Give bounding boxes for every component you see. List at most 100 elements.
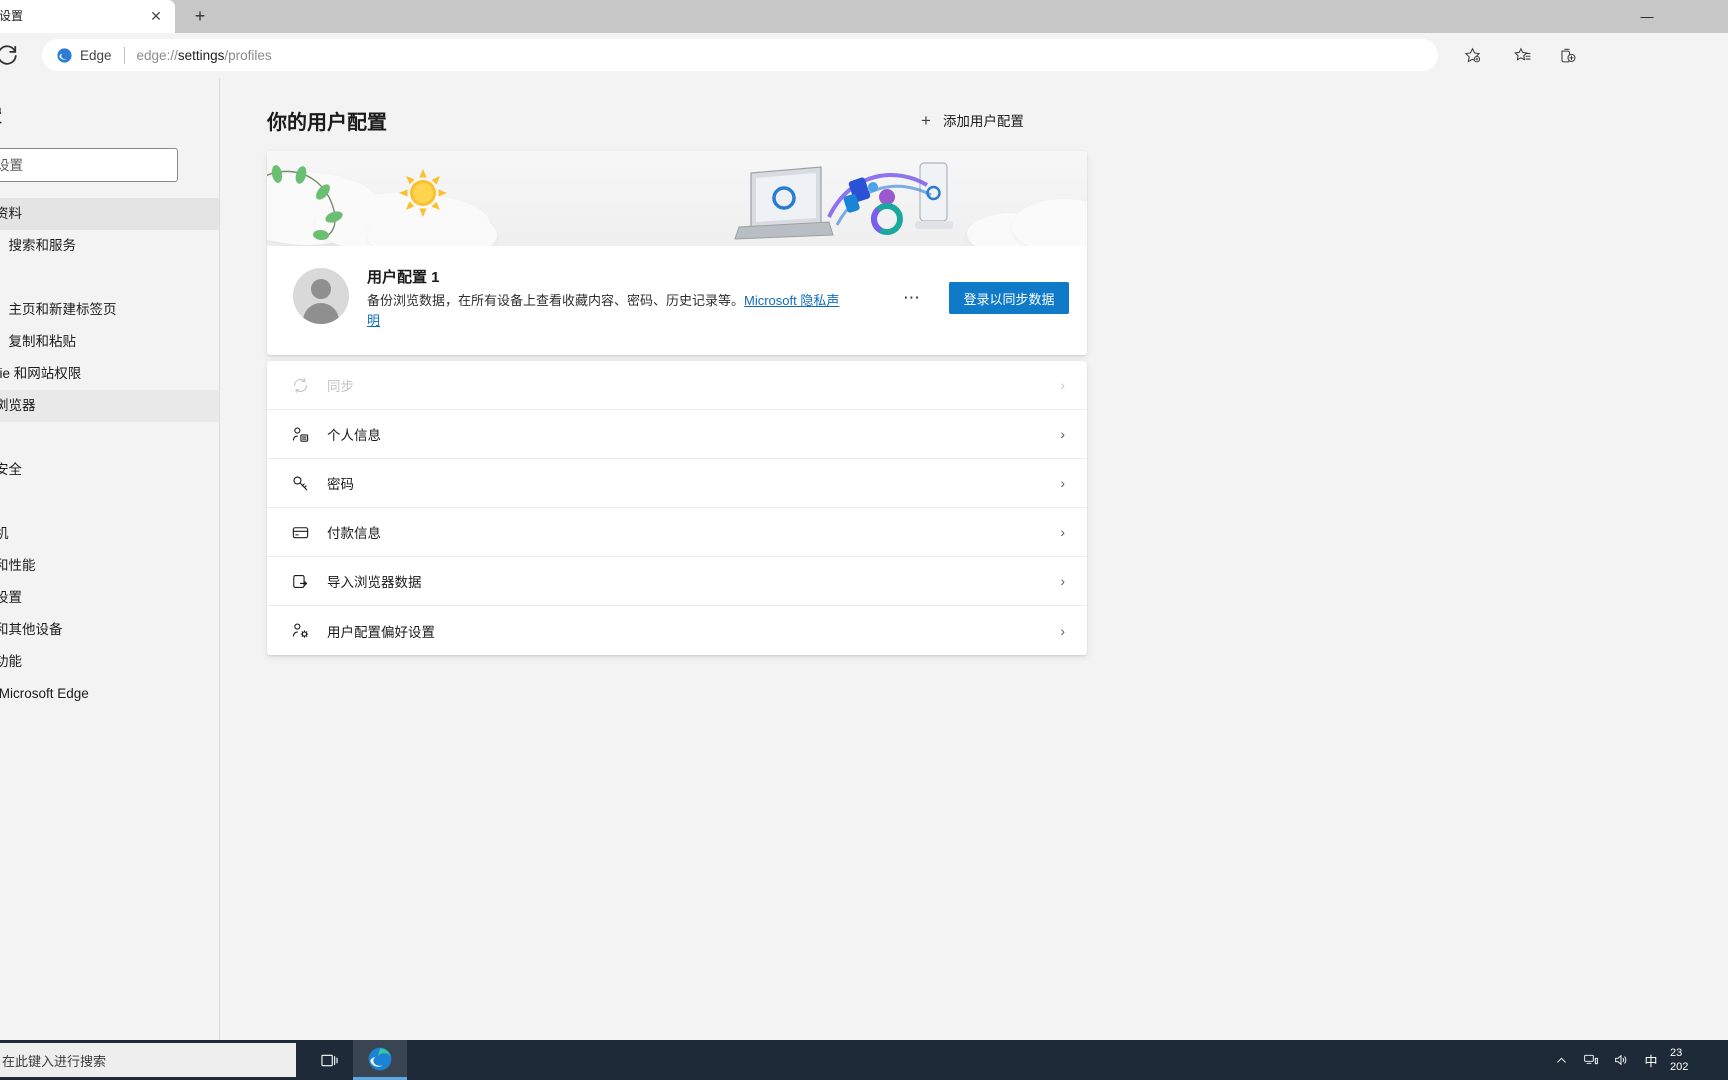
sidebar-item-label: 默认浏览器 xyxy=(0,398,36,413)
list-item-label: 导入浏览器数据 xyxy=(327,571,422,591)
chevron-right-icon: › xyxy=(1060,475,1065,491)
taskbar-clock[interactable]: 23 202 xyxy=(1670,1040,1728,1080)
sidebar-item-label: 隐私、搜索和服务 xyxy=(0,238,76,253)
star-plus-icon[interactable] xyxy=(1456,39,1488,71)
favorites-star-icon[interactable] xyxy=(1506,39,1538,71)
windows-taskbar: 在此键入进行搜索 xyxy=(0,1040,1728,1080)
person-card-icon xyxy=(287,421,313,447)
url-bold: settings xyxy=(178,48,225,63)
sync-illustration xyxy=(267,151,1087,246)
more-ellipsis-icon[interactable]: ⋯ xyxy=(897,288,927,314)
sidebar-item-accessibility[interactable]: 辅助功能 xyxy=(0,646,219,678)
settings-page: 设置 个人资料 隐私、搜索和服务 外观 开始、主页和新建标签页 共享、复制和粘贴… xyxy=(0,78,1728,1040)
volume-icon[interactable] xyxy=(1606,1040,1636,1080)
sidebar-item-family-safety[interactable]: 家庭安全 xyxy=(0,454,219,486)
sidebar-item-profiles[interactable]: 个人资料 xyxy=(0,198,219,230)
task-view-icon[interactable] xyxy=(305,1043,353,1077)
sidebar-nav-list: 个人资料 隐私、搜索和服务 外观 开始、主页和新建标签页 共享、复制和粘贴 Co… xyxy=(0,198,219,710)
clock-date: 202 xyxy=(1670,1060,1688,1074)
edge-site-badge: Edge xyxy=(42,47,112,64)
sidebar-item-system-performance[interactable]: 系统和性能 xyxy=(0,550,219,582)
sync-icon xyxy=(287,372,313,398)
list-item-sync[interactable]: 同步 › xyxy=(267,361,1087,410)
profile-description: 备份浏览数据，在所有设备上查看收藏内容、密码、历史记录等。Microsoft 隐… xyxy=(367,291,842,331)
tab-title: 设置 xyxy=(0,7,119,24)
url-suffix: /profiles xyxy=(224,48,271,63)
sidebar-item-label: 家庭安全 xyxy=(0,462,22,477)
sidebar-item-reset-settings[interactable]: 重置设置 xyxy=(0,582,219,614)
minimize-icon[interactable]: — xyxy=(1624,0,1670,33)
browser-tab[interactable]: 设置 ✕ xyxy=(0,0,175,33)
edge-icon xyxy=(56,47,73,64)
search-settings-box[interactable] xyxy=(0,148,178,182)
sidebar-heading: 设置 xyxy=(0,102,2,127)
page-title: 你的用户配置 xyxy=(267,106,387,135)
list-item-label: 付款信息 xyxy=(327,522,381,542)
list-item-label: 个人信息 xyxy=(327,424,381,444)
add-profile-button[interactable]: + 添加用户配置 xyxy=(921,110,1024,130)
sidebar-item-label: 关于 Microsoft Edge xyxy=(0,686,89,701)
vine-icon xyxy=(267,159,437,246)
sidebar-item-downloads[interactable]: 下载 xyxy=(0,422,219,454)
sidebar-item-printers[interactable]: 打印机 xyxy=(0,518,219,550)
list-item-passwords[interactable]: 密码 › xyxy=(267,459,1087,508)
reload-icon[interactable] xyxy=(0,41,22,71)
key-icon xyxy=(287,470,313,496)
plus-icon: + xyxy=(921,112,931,129)
profile-settings-list: 同步 › 个人信息 › xyxy=(267,361,1087,655)
plus-icon[interactable]: + xyxy=(187,5,213,29)
list-item-payment-info[interactable]: 付款信息 › xyxy=(267,508,1087,557)
add-profile-label: 添加用户配置 xyxy=(943,110,1024,130)
edge-badge-label: Edge xyxy=(80,48,112,63)
clock-time: 23 xyxy=(1670,1046,1682,1060)
chevron-right-icon: › xyxy=(1060,623,1065,639)
omnibox-divider xyxy=(124,47,125,64)
credit-card-icon xyxy=(287,519,313,545)
sidebar-item-phone-other-devices[interactable]: 手机和其他设备 xyxy=(0,614,219,646)
system-tray: 中 23 202 xyxy=(1546,1040,1728,1080)
profile-name: 用户配置 1 xyxy=(367,266,440,287)
edge-icon[interactable] xyxy=(353,1040,407,1080)
list-item-personal-info[interactable]: 个人信息 › xyxy=(267,410,1087,459)
close-icon[interactable]: ✕ xyxy=(147,7,165,25)
taskbar-search-placeholder: 在此键入进行搜索 xyxy=(0,1051,106,1070)
sidebar-item-label: 系统和性能 xyxy=(0,558,36,573)
collections-icon[interactable] xyxy=(1551,39,1583,71)
sidebar-item-share-copy-paste[interactable]: 共享、复制和粘贴 xyxy=(0,326,219,358)
sidebar-item-appearance[interactable]: 外观 xyxy=(0,262,219,294)
url-prefix: edge:// xyxy=(137,48,178,63)
chevron-right-icon: › xyxy=(1060,377,1065,393)
browser-title-bar: 设置 ✕ + — xyxy=(0,0,1728,33)
sidebar-item-label: 打印机 xyxy=(0,526,9,541)
chevron-right-icon: › xyxy=(1060,573,1065,589)
sidebar-item-label: 开始、主页和新建标签页 xyxy=(0,302,117,317)
sidebar-item-label: 辅助功能 xyxy=(0,654,22,669)
list-item-profile-preferences[interactable]: 用户配置偏好设置 › xyxy=(267,606,1087,655)
ime-chinese-icon[interactable]: 中 xyxy=(1636,1040,1666,1080)
search-input[interactable] xyxy=(0,158,177,173)
network-icon[interactable] xyxy=(1576,1040,1606,1080)
sidebar-item-start-home-newtab[interactable]: 开始、主页和新建标签页 xyxy=(0,294,219,326)
browser-toolbar: Edge edge://settings/profiles xyxy=(0,33,1728,78)
address-bar-url: edge://settings/profiles xyxy=(137,48,272,63)
chevron-up-icon[interactable] xyxy=(1546,1040,1576,1080)
signin-sync-button[interactable]: 登录以同步数据 xyxy=(949,282,1069,314)
sidebar-item-label: 共享、复制和粘贴 xyxy=(0,334,76,349)
taskbar-search-box[interactable]: 在此键入进行搜索 xyxy=(0,1043,296,1077)
desktop: 设置 ✕ + — Edge xyxy=(0,0,1728,1080)
sidebar-item-privacy[interactable]: 隐私、搜索和服务 xyxy=(0,230,219,262)
list-item-label: 用户配置偏好设置 xyxy=(327,621,435,641)
sync-ring-icon xyxy=(865,197,909,241)
sidebar-item-default-browser[interactable]: 默认浏览器 xyxy=(0,390,219,422)
chevron-right-icon: › xyxy=(1060,524,1065,540)
profile-card: 用户配置 1 备份浏览数据，在所有设备上查看收藏内容、密码、历史记录等。Micr… xyxy=(267,151,1087,355)
avatar-icon xyxy=(293,268,349,324)
list-item-import-browser-data[interactable]: 导入浏览器数据 › xyxy=(267,557,1087,606)
sidebar-item-cookies-site-permissions[interactable]: Cookie 和网站权限 xyxy=(0,358,219,390)
address-bar[interactable]: Edge edge://settings/profiles xyxy=(42,39,1438,71)
edge-browser-window: 设置 ✕ + — Edge xyxy=(0,0,1728,1040)
sidebar-item-languages[interactable]: 语言 xyxy=(0,486,219,518)
sidebar-item-label: 个人资料 xyxy=(0,206,22,221)
sidebar-item-label: 重置设置 xyxy=(0,590,22,605)
sidebar-item-about-edge[interactable]: 关于 Microsoft Edge xyxy=(0,678,219,710)
